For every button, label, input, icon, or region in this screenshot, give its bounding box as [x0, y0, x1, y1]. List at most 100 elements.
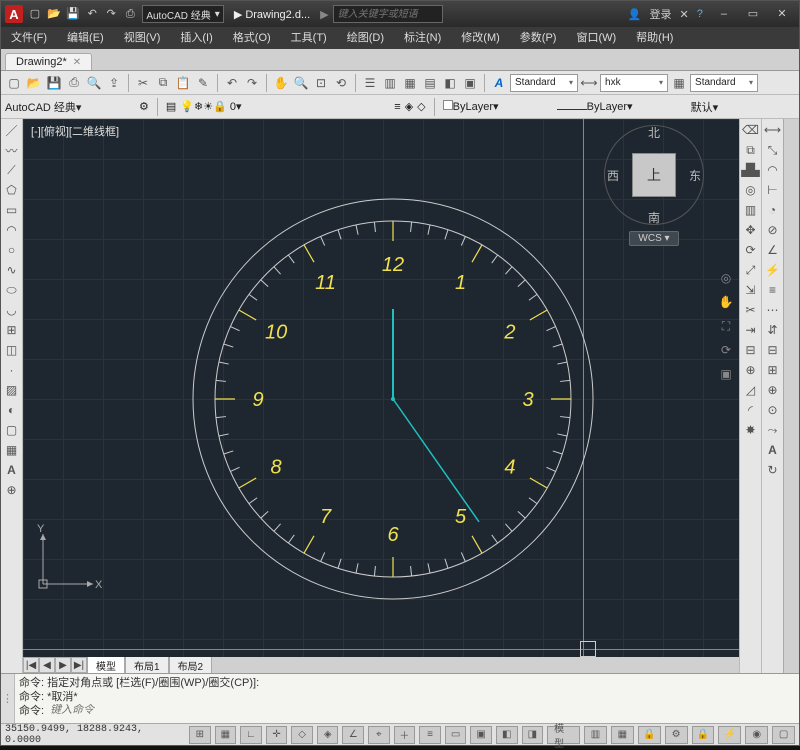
arc-dim-icon[interactable]: ◠ — [764, 161, 782, 179]
redo-icon[interactable]: ↷ — [243, 74, 261, 92]
lwt-toggle[interactable]: ≡ — [419, 726, 441, 744]
make-block-icon[interactable]: ◫ — [3, 341, 21, 359]
redo-icon[interactable]: ↷ — [103, 6, 119, 22]
layer-props-icon[interactable]: ▤ — [166, 100, 176, 113]
doc-tab[interactable]: Drawing2* ✕ — [5, 53, 92, 70]
move-icon[interactable]: ✥ — [742, 221, 760, 239]
osnap-toggle[interactable]: ◇ — [291, 726, 313, 744]
viewcube-south[interactable]: 南 — [648, 209, 660, 226]
layout-tab[interactable]: 布局2 — [169, 656, 213, 675]
user-icon[interactable]: 👤 — [628, 8, 642, 21]
menu-item[interactable]: 窗口(W) — [566, 27, 626, 49]
login-link[interactable]: 登录 — [650, 6, 672, 22]
array-icon[interactable]: ▥ — [742, 201, 760, 219]
design-center-icon[interactable]: ▥ — [381, 74, 399, 92]
save-icon[interactable]: 💾 — [65, 6, 81, 22]
layer-combo[interactable]: 💡❄☀🔒 0▾ — [180, 100, 390, 113]
markup-icon[interactable]: ◧ — [441, 74, 459, 92]
print-icon[interactable]: ⎙ — [65, 74, 83, 92]
insert-block-icon[interactable]: ⊞ — [3, 321, 21, 339]
tool-palette-icon[interactable]: ▦ — [401, 74, 419, 92]
polygon-icon[interactable]: ⬠ — [3, 181, 21, 199]
otrack-toggle[interactable]: ∠ — [342, 726, 364, 744]
grid-toggle[interactable]: ▦ — [215, 726, 237, 744]
menu-item[interactable]: 编辑(E) — [57, 27, 114, 49]
trim-icon[interactable]: ✂ — [742, 301, 760, 319]
help-icon[interactable]: ? — [697, 8, 703, 20]
lineweight-combo[interactable]: 默认▾ — [691, 99, 761, 115]
menu-item[interactable]: 格式(O) — [223, 27, 281, 49]
dim-update-icon[interactable]: ↻ — [764, 461, 782, 479]
command-grip[interactable]: ⋮ — [1, 674, 15, 723]
3dosnap-toggle[interactable]: ◈ — [317, 726, 339, 744]
minimize-button[interactable]: – — [711, 5, 737, 23]
ellipse-icon[interactable]: ⬭ — [3, 281, 21, 299]
pan-icon[interactable]: ✋ — [272, 74, 290, 92]
close-button[interactable]: ✕ — [769, 5, 795, 23]
workspace-combo[interactable]: AutoCAD 经典▾ — [5, 99, 135, 115]
layer-match-icon[interactable]: ◇ — [417, 100, 425, 113]
explode-icon[interactable]: ✸ — [742, 421, 760, 439]
am-toggle[interactable]: ◨ — [522, 726, 544, 744]
ortho-toggle[interactable]: ∟ — [240, 726, 262, 744]
maximize-button[interactable]: ▭ — [740, 5, 766, 23]
app-logo[interactable]: A — [5, 5, 23, 23]
menu-item[interactable]: 插入(I) — [170, 27, 222, 49]
ducs-toggle[interactable]: ⌖ — [368, 726, 390, 744]
vertical-scrollbar[interactable] — [783, 119, 799, 673]
tpy-toggle[interactable]: ▭ — [445, 726, 467, 744]
calc-icon[interactable]: ▣ — [461, 74, 479, 92]
help-search-input[interactable] — [333, 5, 443, 23]
sc-toggle[interactable]: ◧ — [496, 726, 518, 744]
inspect-icon[interactable]: ⊙ — [764, 401, 782, 419]
tab-first-icon[interactable]: |◀ — [23, 657, 39, 673]
tolerance-icon[interactable]: ⊞ — [764, 361, 782, 379]
showmotion-icon[interactable]: ▣ — [717, 365, 735, 383]
center-mark-icon[interactable]: ⊕ — [764, 381, 782, 399]
text-style-icon[interactable]: A — [490, 74, 508, 92]
quick-dim-icon[interactable]: ⚡ — [764, 261, 782, 279]
new-icon[interactable]: ▢ — [5, 74, 23, 92]
arc-icon[interactable]: ◠ — [3, 221, 21, 239]
dyn-toggle[interactable]: ＋ — [394, 726, 416, 744]
table-icon[interactable]: ▦ — [3, 441, 21, 459]
polar-toggle[interactable]: ✛ — [266, 726, 288, 744]
scale-icon[interactable]: ⤢ — [742, 261, 760, 279]
open-icon[interactable]: 📂 — [25, 74, 43, 92]
text-style-combo[interactable]: Standard▾ — [510, 74, 578, 92]
drawing-canvas[interactable]: [-][俯视][二维线框] 121234567891011 — [23, 119, 739, 657]
new-icon[interactable]: ▢ — [27, 6, 43, 22]
isolate-objects-icon[interactable]: ◉ — [745, 726, 768, 744]
viewcube-top[interactable]: 上 — [632, 153, 676, 197]
xline-icon[interactable]: ⟋ — [3, 161, 21, 179]
baseline-dim-icon[interactable]: ≡ — [764, 281, 782, 299]
hardware-accel-icon[interactable]: ⚡ — [718, 726, 741, 744]
region-icon[interactable]: ▢ — [3, 421, 21, 439]
continue-dim-icon[interactable]: ⋯ — [764, 301, 782, 319]
erase-icon[interactable]: ⌫ — [742, 121, 760, 139]
zoom-prev-icon[interactable]: ⟲ — [332, 74, 350, 92]
aligned-dim-icon[interactable]: ⤡ — [764, 141, 782, 159]
gradient-icon[interactable]: ◐ — [3, 401, 21, 419]
preview-icon[interactable]: 🔍 — [85, 74, 103, 92]
polyline-icon[interactable]: 〰 — [3, 141, 21, 159]
orbit-icon[interactable]: ⟳ — [717, 341, 735, 359]
rotate-icon[interactable]: ⟳ — [742, 241, 760, 259]
viewcube-east[interactable]: 东 — [689, 167, 701, 184]
color-combo[interactable]: ByLayer▾ — [443, 100, 553, 113]
angular-dim-icon[interactable]: ∠ — [764, 241, 782, 259]
dim-edit-icon[interactable]: A — [764, 441, 782, 459]
offset-icon[interactable]: ◎ — [742, 181, 760, 199]
layer-prev-icon[interactable]: ≡ — [394, 101, 400, 113]
spline-icon[interactable]: ∿ — [3, 261, 21, 279]
ellipse-arc-icon[interactable]: ◡ — [3, 301, 21, 319]
menu-item[interactable]: 视图(V) — [114, 27, 171, 49]
quick-view-layouts-icon[interactable]: ▥ — [584, 726, 607, 744]
model-button[interactable]: 模型 — [547, 726, 580, 744]
match-icon[interactable]: ✎ — [194, 74, 212, 92]
save-icon[interactable]: 💾 — [45, 74, 63, 92]
zoom-icon[interactable]: 🔍 — [292, 74, 310, 92]
line-icon[interactable]: ／ — [3, 121, 21, 139]
diameter-dim-icon[interactable]: ⊘ — [764, 221, 782, 239]
toolbar-lock-icon[interactable]: 🔒 — [692, 726, 715, 744]
